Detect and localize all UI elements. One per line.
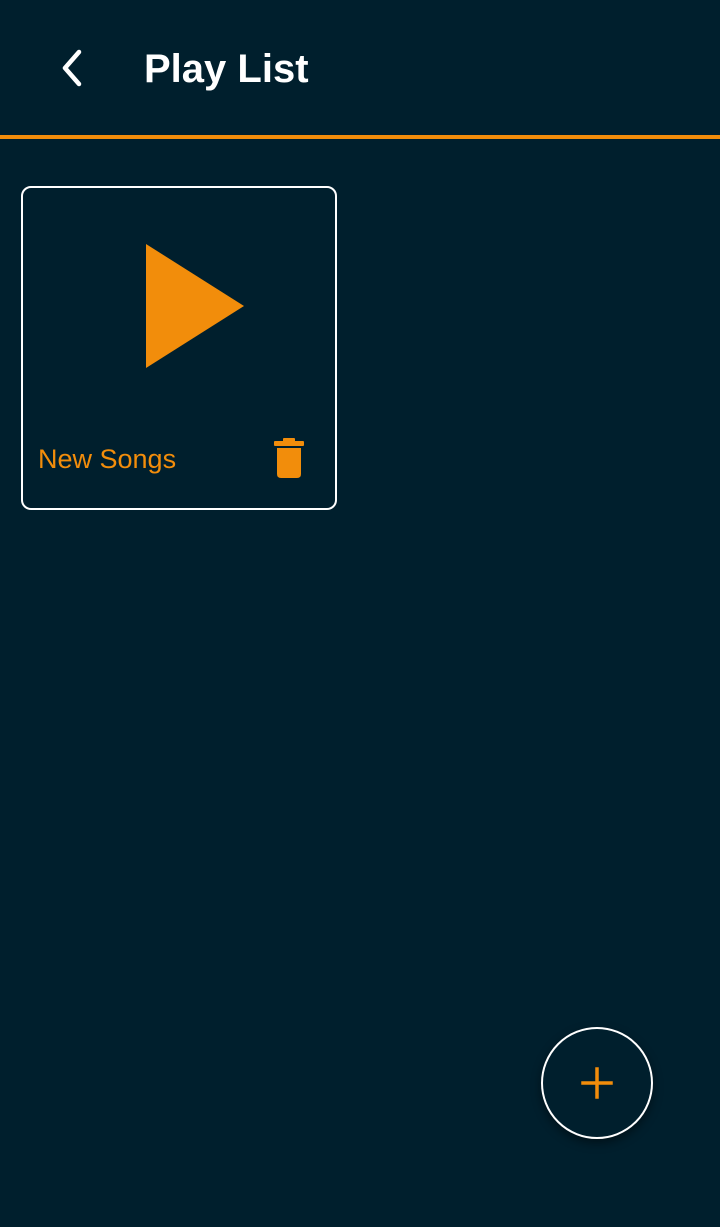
page-title: Play List (144, 47, 309, 91)
back-button[interactable] (44, 40, 100, 96)
playlist-card[interactable]: New Songs (21, 186, 337, 510)
trash-icon (274, 438, 304, 478)
delete-playlist-button[interactable] (269, 436, 309, 480)
playlist-name: New Songs (38, 444, 177, 474)
add-playlist-button[interactable] (541, 1027, 653, 1139)
plus-icon (581, 1067, 613, 1099)
chevron-left-icon (62, 49, 82, 87)
app-bar: Play List (0, 0, 720, 139)
play-icon[interactable] (144, 242, 246, 370)
